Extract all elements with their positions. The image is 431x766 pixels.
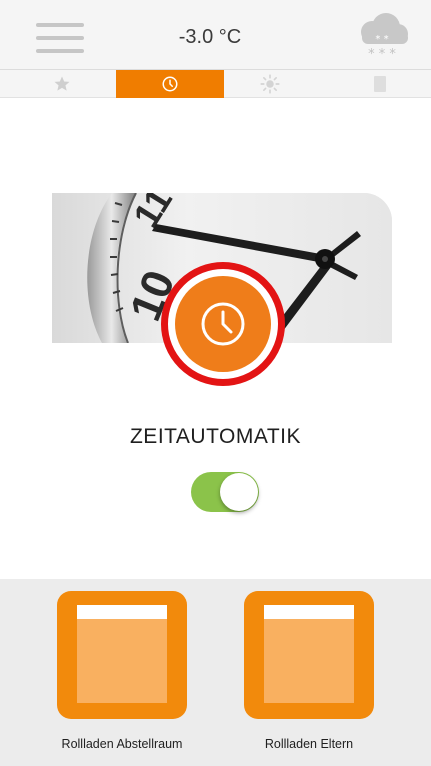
tab-timer[interactable]	[116, 70, 224, 98]
clock-icon	[162, 76, 178, 92]
tab-sun[interactable]	[216, 70, 324, 98]
svg-text:* * *: * * *	[368, 47, 396, 62]
timer-badge	[175, 276, 271, 372]
clock-icon	[201, 302, 245, 346]
timer-badge-button[interactable]	[161, 262, 285, 386]
device-rollladen-abstellraum[interactable]: Rollladen Abstellraum	[57, 591, 187, 751]
svg-text:* *: * *	[375, 34, 388, 45]
automation-panel: 11 10 ZEITAUTOMATIK	[0, 98, 431, 579]
shutter-icon	[244, 591, 374, 719]
device-label: Rollladen Abstellraum	[61, 737, 183, 751]
shutter-icon	[57, 591, 187, 719]
hamburger-menu-icon[interactable]	[36, 23, 84, 53]
automation-title: ZEITAUTOMATIK	[129, 425, 301, 448]
toggle-knob	[220, 473, 258, 511]
sun-icon	[260, 74, 280, 94]
tab-favorites[interactable]	[8, 70, 116, 98]
device-label: Rollladen Eltern	[264, 737, 354, 751]
device-rollladen-eltern[interactable]: Rollladen Eltern	[244, 591, 374, 751]
snow-cloud-icon: * * * * *	[352, 12, 412, 62]
tab-document[interactable]	[326, 70, 431, 98]
temperature-display: -3.0 °C	[178, 26, 242, 48]
app-header: -3.0 °C * * * * *	[0, 0, 431, 70]
tab-bar	[0, 70, 431, 98]
devices-area: Rollladen Abstellraum Rollladen Eltern	[0, 579, 431, 766]
document-icon	[374, 76, 386, 92]
star-icon	[54, 76, 70, 91]
automation-toggle[interactable]	[191, 472, 259, 512]
